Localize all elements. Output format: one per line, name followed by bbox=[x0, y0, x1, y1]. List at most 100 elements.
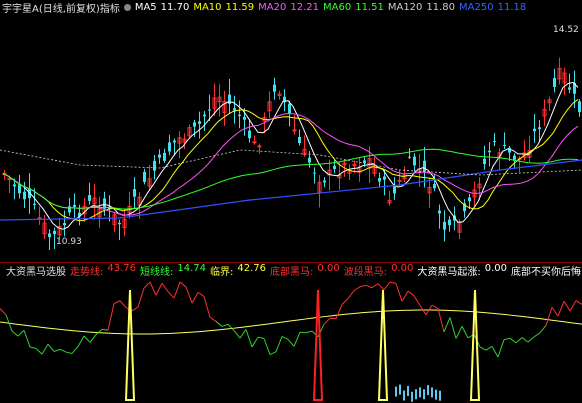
indicator-items: 走势线: 43.76 短线线: 14.74 临界: 42.76 底部黑马: 0.00 波段黑马:… bbox=[70, 263, 582, 278]
indicator-trace-segment bbox=[137, 287, 145, 308]
signal-bar bbox=[431, 387, 433, 398]
candle-body bbox=[173, 140, 176, 143]
indicator-trace-segment bbox=[0, 308, 7, 316]
indicator-trace-segment bbox=[437, 308, 445, 333]
candle-body bbox=[423, 160, 426, 172]
indicator-trace-segment bbox=[371, 283, 379, 289]
indicator-trace-segment bbox=[227, 323, 235, 331]
indicator-trace-segment bbox=[89, 334, 97, 343]
indicator-trace-segment bbox=[365, 284, 373, 289]
signal-bar bbox=[439, 390, 441, 401]
indicator-trace-segment bbox=[353, 286, 361, 292]
indicator-item-label: 底部黑马: bbox=[270, 266, 314, 278]
candle-body bbox=[298, 136, 301, 144]
indicator-trace-segment bbox=[17, 329, 25, 337]
indicator-trace-segment bbox=[569, 300, 577, 312]
indicator-trace-segment bbox=[41, 343, 49, 355]
indicator-item-label: 波段黑马: bbox=[343, 266, 388, 278]
candle-body bbox=[413, 156, 416, 166]
signal-bar bbox=[419, 387, 421, 398]
indicator-yellow-line bbox=[0, 309, 582, 335]
candle-body bbox=[313, 172, 316, 174]
candle-body bbox=[48, 233, 51, 238]
indicator-trace-segment bbox=[395, 283, 403, 302]
indicator-trace-segment bbox=[245, 329, 253, 348]
candle-body bbox=[493, 140, 496, 142]
indicator-trace-segment bbox=[335, 304, 343, 319]
indicator-trace-segment bbox=[299, 331, 307, 334]
indicator-trace-segment bbox=[461, 326, 469, 339]
indicator-item-label: 底部不买你后悔: bbox=[510, 266, 582, 278]
candle-body bbox=[488, 150, 491, 153]
indicator-trace-segment bbox=[161, 282, 169, 293]
candle-body bbox=[163, 152, 166, 161]
candle-body bbox=[393, 185, 396, 194]
signal-bar bbox=[411, 391, 413, 402]
ma250-label: MA250 bbox=[459, 1, 494, 13]
candle-body bbox=[438, 210, 441, 214]
ma60-label: MA60 bbox=[323, 1, 352, 13]
candle-body bbox=[308, 157, 311, 163]
indicator-trace-segment bbox=[83, 335, 91, 343]
candle-body bbox=[288, 103, 291, 115]
signal-spike bbox=[377, 289, 389, 401]
indicator-trace-segment bbox=[563, 300, 571, 312]
indicator-item-label: 大资黑马起涨: bbox=[417, 266, 481, 278]
indicator-trace-segment bbox=[287, 339, 295, 347]
indicator-trace-segment bbox=[527, 336, 535, 343]
candle-body bbox=[257, 145, 262, 148]
indicator-trace-segment bbox=[413, 295, 421, 306]
indicator-trace-segment bbox=[341, 298, 349, 305]
signal-spike bbox=[124, 289, 136, 401]
candle-body bbox=[13, 184, 16, 187]
indicator-trace-segment bbox=[401, 290, 409, 302]
stock-title[interactable]: 宇宇星A(日线,前复权)指标 bbox=[2, 0, 120, 15]
candle-body bbox=[68, 206, 71, 213]
indicator-trace-segment bbox=[443, 317, 451, 333]
indicator-trace-segment bbox=[131, 306, 139, 312]
settings-icon[interactable] bbox=[123, 3, 131, 11]
candle-body bbox=[568, 87, 571, 90]
indicator-title[interactable]: 大资黑马选股 bbox=[6, 263, 66, 278]
indicator-trace-segment bbox=[383, 281, 391, 291]
indicator-trace-segment bbox=[179, 281, 187, 288]
candle-body bbox=[168, 142, 171, 152]
indicator-trace-segment bbox=[521, 337, 529, 343]
signal-bar bbox=[415, 389, 417, 400]
indicator-trace-segment bbox=[257, 336, 265, 339]
indicator-item-value: 0.00 bbox=[317, 262, 340, 274]
indicator-item-value: 0.00 bbox=[484, 262, 507, 274]
indicator-trace-segment bbox=[185, 286, 193, 304]
indicator-trace-segment bbox=[77, 335, 85, 347]
signal-bar bbox=[395, 386, 397, 397]
indicator-trace-segment bbox=[71, 346, 79, 354]
indicator-item-value: 14.74 bbox=[177, 262, 207, 274]
ma5-value: 11.70 bbox=[160, 1, 190, 13]
indicator-trace-segment bbox=[35, 348, 43, 355]
signal-bar bbox=[399, 384, 401, 395]
indicator-trace-segment bbox=[281, 335, 289, 340]
indicator-trace-segment bbox=[269, 351, 277, 356]
high-price-mark: 14.52 bbox=[553, 25, 579, 35]
indicator-trace-segment bbox=[113, 300, 121, 305]
ma5-label: MA5 bbox=[134, 1, 157, 13]
chart-canvas[interactable]: 14.52 10.93 bbox=[0, 0, 582, 403]
price-plot bbox=[0, 57, 582, 250]
indicator-trace-segment bbox=[23, 330, 31, 348]
candle-body bbox=[323, 180, 326, 183]
candle-body bbox=[383, 176, 386, 180]
indicator-trace-segment bbox=[197, 291, 205, 297]
indicator-legend-bar: 大资黑马选股 走势线: 43.76 短线线: 14.74 临界: 42.76 底部黑马: 0.… bbox=[0, 263, 582, 278]
indicator-trace-segment bbox=[107, 303, 115, 331]
indicator-trace-segment bbox=[557, 301, 565, 317]
indicator-trace-segment bbox=[431, 304, 439, 310]
indicator-trace-segment bbox=[95, 328, 103, 335]
indicator-trace-segment bbox=[509, 337, 517, 344]
candle-body bbox=[397, 179, 402, 182]
indicator-trace-segment bbox=[191, 292, 199, 304]
candle-body bbox=[503, 144, 506, 146]
candle-body bbox=[248, 130, 251, 139]
candle-body bbox=[578, 101, 581, 113]
signal-bar bbox=[435, 389, 437, 400]
ma250-line bbox=[0, 159, 582, 221]
